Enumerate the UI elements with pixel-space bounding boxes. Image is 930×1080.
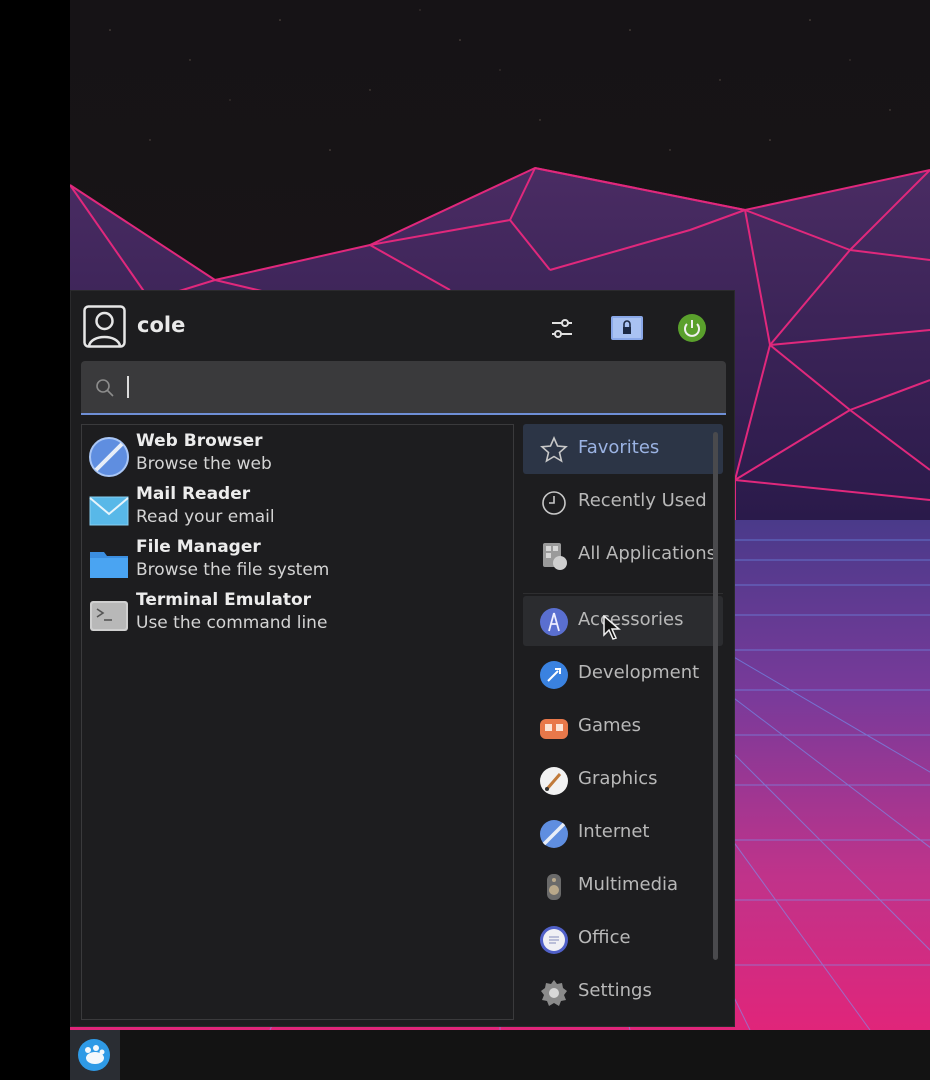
category-list: Favorites Recently Used All Applications xyxy=(523,424,726,1024)
accessories-icon xyxy=(540,608,568,636)
category-label: Settings xyxy=(578,980,652,1001)
category-label: Graphics xyxy=(578,768,658,789)
app-name: File Manager xyxy=(136,537,261,557)
app-description: Use the command line xyxy=(136,613,328,633)
list-item-mail-reader[interactable]: Mail Reader Read your email xyxy=(86,482,506,532)
lock-screen-icon xyxy=(611,316,643,340)
app-name: Mail Reader xyxy=(136,484,251,504)
web-browser-icon xyxy=(89,437,129,477)
logout-icon xyxy=(678,314,706,342)
category-label: Favorites xyxy=(578,437,660,458)
category-separator xyxy=(523,593,723,594)
games-icon xyxy=(540,719,568,739)
settings-button[interactable] xyxy=(545,311,579,345)
category-label: Internet xyxy=(578,821,650,842)
graphics-icon xyxy=(540,767,568,795)
whisker-menu-button[interactable] xyxy=(70,1030,120,1080)
development-icon xyxy=(540,661,568,689)
search-input[interactable] xyxy=(125,373,705,403)
menu-header: cole xyxy=(71,291,734,361)
multimedia-icon xyxy=(547,874,561,900)
list-item-file-manager[interactable]: File Manager Browse the file system xyxy=(86,535,506,585)
terminal-icon xyxy=(90,601,128,631)
app-description: Browse the web xyxy=(136,454,272,474)
office-icon xyxy=(540,926,568,954)
mail-icon xyxy=(89,496,129,526)
app-name: Terminal Emulator xyxy=(136,590,312,610)
category-label: Recently Used xyxy=(578,490,707,511)
category-all-applications[interactable]: All Applications xyxy=(523,530,723,580)
star-icon xyxy=(540,436,568,463)
app-description: Read your email xyxy=(136,507,275,527)
category-graphics[interactable]: Graphics xyxy=(523,755,723,805)
taskbar xyxy=(70,1030,930,1080)
category-office[interactable]: Office xyxy=(523,914,723,964)
category-label: Office xyxy=(578,927,631,948)
category-internet[interactable]: Internet xyxy=(523,808,723,858)
category-development[interactable]: Development xyxy=(523,649,723,699)
application-menu: cole Web Browser Browse the web Mail Rea… xyxy=(70,290,735,1027)
category-favorites[interactable]: Favorites xyxy=(523,424,723,474)
category-scrollbar[interactable] xyxy=(713,432,718,960)
category-accessories[interactable]: Accessories xyxy=(523,596,723,646)
category-settings[interactable]: Settings xyxy=(523,967,723,1017)
category-label: Multimedia xyxy=(578,874,679,895)
category-label: Games xyxy=(578,715,641,736)
app-name: Web Browser xyxy=(136,431,263,451)
category-label: Development xyxy=(578,662,700,683)
screen: cole Web Browser Browse the web Mail Rea… xyxy=(0,0,930,1080)
user-avatar-icon[interactable] xyxy=(83,305,126,348)
category-games[interactable]: Games xyxy=(523,702,723,752)
clock-icon xyxy=(542,491,566,515)
search-bar[interactable] xyxy=(81,361,726,415)
settings-gear-icon xyxy=(541,980,567,1006)
list-item-web-browser[interactable]: Web Browser Browse the web xyxy=(86,429,506,479)
category-label: Accessories xyxy=(578,609,684,630)
category-label: All Applications xyxy=(578,543,716,564)
category-recently-used[interactable]: Recently Used xyxy=(523,477,723,527)
category-multimedia[interactable]: Multimedia xyxy=(523,861,723,911)
mouse-cursor-icon xyxy=(603,615,622,640)
search-icon xyxy=(96,379,114,397)
all-apps-icon xyxy=(543,543,567,570)
list-item-terminal-emulator[interactable]: Terminal Emulator Use the command line xyxy=(86,588,506,638)
sliders-icon xyxy=(552,319,572,338)
app-description: Browse the file system xyxy=(136,560,330,580)
logout-button[interactable] xyxy=(675,311,709,345)
username: cole xyxy=(137,313,186,337)
favorites-list: Web Browser Browse the web Mail Reader R… xyxy=(81,424,514,1020)
internet-icon xyxy=(540,820,568,848)
lock-screen-button[interactable] xyxy=(610,311,644,345)
folder-icon xyxy=(90,552,128,578)
xfce-mouse-icon xyxy=(78,1039,110,1071)
